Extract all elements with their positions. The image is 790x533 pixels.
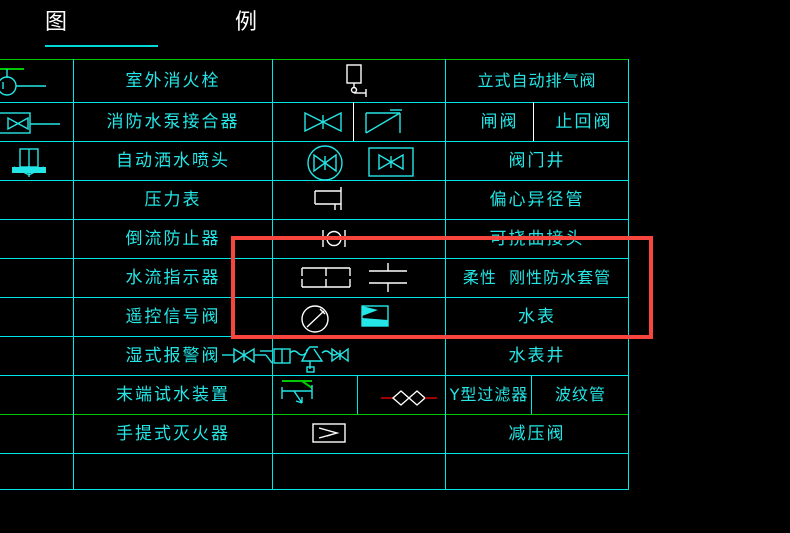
row-label-cell: 水表井: [446, 337, 628, 375]
legend-label: 波纹管: [554, 385, 606, 404]
legend-label: 自动洒水喷头: [116, 150, 230, 171]
legend-label: 倒流防止器: [125, 228, 221, 249]
automatic-sprinkler-head-symbol: [0, 145, 74, 179]
row-label-cell: 消防水泵接合器: [74, 103, 272, 141]
outdoor-fire-hydrant-symbol: [0, 65, 78, 99]
legend-label: 水表井: [508, 345, 566, 366]
valve-well-round-symbol: [300, 144, 350, 182]
gate-valve-symbol: [301, 107, 349, 137]
eccentric-reducer-symbol: [313, 187, 359, 215]
row-label-cell: 压力表: [74, 181, 272, 219]
row-label-cell: 波纹管: [533, 376, 628, 414]
legend-label: 遥控信号阀: [125, 306, 221, 327]
water-meter-well-symbol: [222, 341, 349, 375]
legend-label: 末端试水装置: [116, 384, 230, 405]
row-label-cell: 末端试水装置: [74, 376, 272, 414]
legend-label: 湿式报警阀: [125, 345, 221, 366]
legend-label: 室外消火栓: [125, 70, 221, 91]
vertical-automatic-air-vent-valve-symbol: [338, 63, 382, 101]
table-bottom-border: [0, 489, 629, 490]
cad-drawing-canvas: 图 例 室外消火栓 消防水泵接合器 自动洒水喷头 压力表 倒流防止器 水流指示器…: [0, 0, 790, 533]
legend-label: 偏心异径管: [489, 189, 585, 210]
legend-label: 阀门井: [508, 150, 566, 171]
valve-well-square-symbol: [367, 146, 421, 180]
row-label-cell: 室外消火栓: [74, 60, 272, 102]
backflow-preventer-symbol: [0, 221, 6, 257]
legend-label: 水流指示器: [125, 267, 221, 288]
row-label-cell: 立式自动排气阀: [446, 60, 628, 102]
legend-label: 减压阀: [508, 423, 566, 444]
row-label-cell: 阀门井: [446, 142, 628, 180]
row-label-cell: 手提式灭火器: [74, 415, 272, 453]
subcell-divider-row9-symbol: [357, 375, 358, 414]
legend-label: 手提式灭火器: [116, 423, 230, 444]
legend-label: 立式自动排气阀: [477, 71, 597, 90]
legend-label: Y型过滤器: [449, 385, 529, 404]
pressure-reducing-valve-symbol: [311, 422, 355, 448]
legend-label: 消防水泵接合器: [106, 111, 240, 132]
legend-label: 压力表: [144, 189, 202, 210]
row-label-cell: 自动洒水喷头: [74, 142, 272, 180]
row-divider-10: [0, 453, 629, 454]
row-label-cell: 止回阀: [540, 103, 628, 141]
legend-title-block: 图 例: [45, 4, 285, 48]
check-valve-symbol: [364, 107, 412, 139]
y-strainer-symbol: [280, 377, 336, 413]
legend-label: 闸阀: [480, 111, 519, 132]
row-label-cell: 闸阀: [446, 103, 553, 141]
row-label-cell: 减压阀: [446, 415, 628, 453]
title-underline: [45, 45, 158, 47]
row-label-cell: 偏心异径管: [446, 181, 628, 219]
subcell-divider-row2-symbol: [353, 102, 354, 141]
row-label-cell: Y型过滤器: [446, 376, 532, 414]
red-selection-rectangle[interactable]: [231, 236, 653, 339]
page-title: 图 例: [45, 10, 285, 35]
legend-label: 止回阀: [555, 111, 613, 132]
fire-pump-adapter-symbol: [0, 107, 80, 139]
corrugated-pipe-symbol: [381, 389, 437, 407]
